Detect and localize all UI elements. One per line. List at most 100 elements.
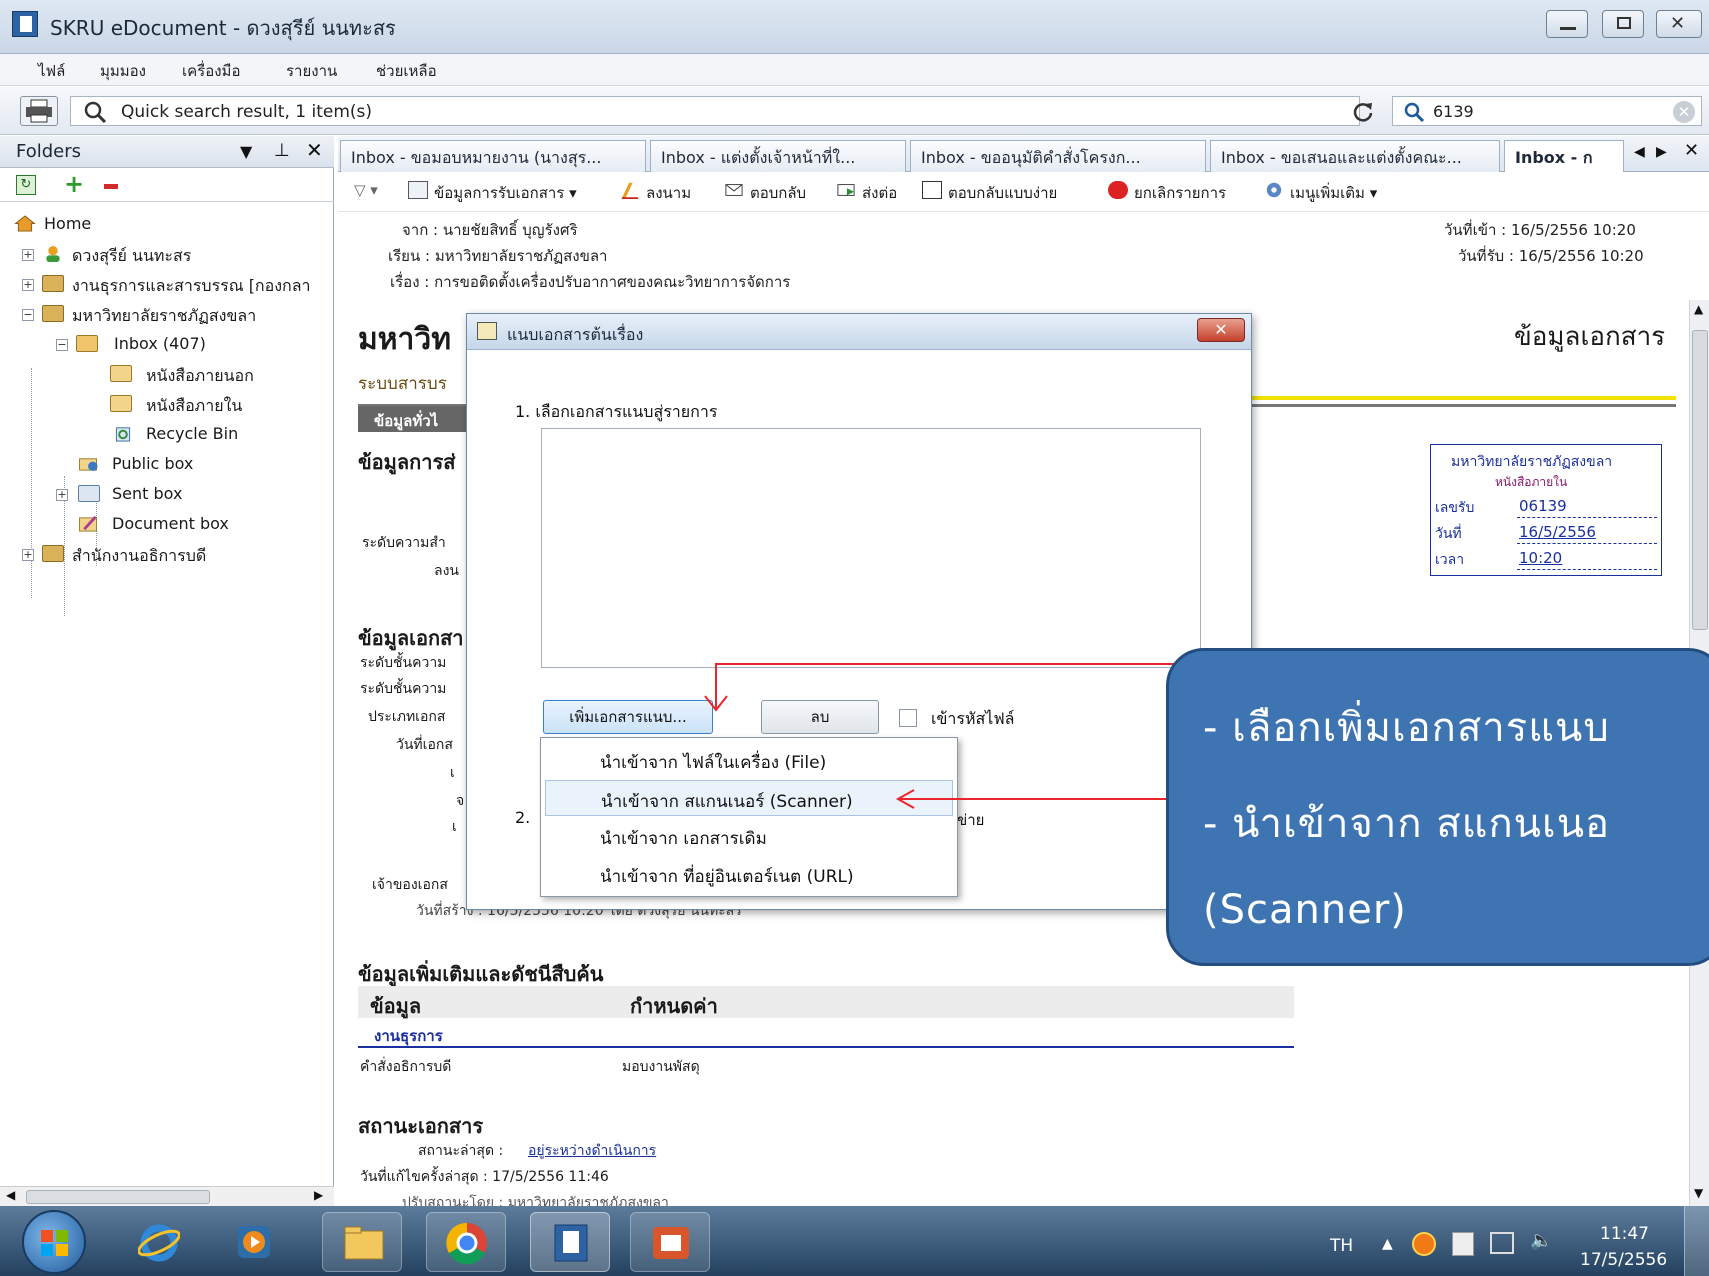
dropdown-icon[interactable]: ▼ — [240, 142, 252, 161]
tab-general-label: ข้อมูลทั่วไ — [374, 412, 439, 430]
dotted-line — [1517, 543, 1657, 544]
folder-stack-icon — [42, 305, 64, 322]
network-icon[interactable] — [1490, 1232, 1514, 1254]
cancel-button[interactable]: ยกเลิกรายการ — [1134, 181, 1226, 205]
taskbar-media-player[interactable] — [214, 1212, 294, 1272]
refresh-folders-icon[interactable]: ↻ — [16, 175, 36, 195]
app-tray-icon[interactable] — [1412, 1232, 1436, 1256]
recycle-bin-icon — [115, 427, 131, 442]
scroll-up-icon[interactable]: ▲ — [1694, 302, 1703, 316]
horizontal-scrollbar[interactable]: ◀ ▶ — [0, 1186, 334, 1206]
simple-reply-icon — [922, 181, 942, 199]
extra-info-header: ข้อมูล กำหนดค่า — [358, 986, 1294, 1018]
stamp-time-value: 10:20 — [1519, 549, 1563, 567]
menu-help[interactable]: ช่วยเหลือ — [376, 59, 437, 83]
taskbar-file-explorer[interactable] — [322, 1212, 402, 1272]
expand-icon[interactable]: + — [22, 279, 34, 291]
print-button[interactable] — [20, 96, 58, 126]
menu-file[interactable]: ไฟล์ — [38, 59, 65, 83]
menu-tools[interactable]: เครื่องมือ — [182, 59, 240, 83]
expand-icon[interactable]: + — [56, 489, 68, 501]
menu-view[interactable]: มุมมอง — [100, 59, 146, 83]
taskbar-edocument[interactable] — [530, 1212, 610, 1272]
document-tabs: Inbox - ขอมอบหมายงาน (นางสุร... Inbox - … — [338, 136, 1709, 173]
filter-icon[interactable]: ▽ ▾ — [354, 181, 378, 199]
menu-reports[interactable]: รายงาน — [286, 59, 337, 83]
add-attachment-button[interactable]: เพิ่มเอกสารแนบ... — [543, 700, 713, 734]
tree-label: Home — [44, 214, 92, 233]
simple-reply-button[interactable]: ตอบกลับแบบง่าย — [948, 181, 1057, 205]
scroll-down-icon[interactable]: ▼ — [1694, 1186, 1703, 1200]
volume-icon[interactable]: 🔈 — [1530, 1230, 1552, 1251]
urgency-label: ระดับความสำ — [362, 535, 446, 551]
quick-search-result-text: Quick search result, 1 item(s) — [121, 102, 372, 122]
chrome-icon — [446, 1222, 487, 1265]
scroll-thumb[interactable] — [26, 1190, 210, 1204]
close-tab-icon[interactable]: ✕ — [1684, 140, 1699, 161]
expand-icon[interactable]: + — [22, 549, 34, 561]
message-received-in: วันที่เข้า : 16/5/2556 10:20 — [1444, 221, 1636, 239]
tab-document-active[interactable]: Inbox - ก — [1504, 140, 1624, 173]
action-center-icon[interactable] — [1452, 1232, 1474, 1256]
forward-button[interactable]: ส่งต่อ — [862, 181, 897, 205]
arrow-to-add-button — [715, 663, 1175, 708]
expand-icon[interactable]: + — [22, 249, 34, 261]
latest-status-link[interactable]: อยู่ระหว่างดำเนินการ — [528, 1140, 656, 1162]
tab-scroll-right-icon[interactable]: ▶ — [1656, 144, 1667, 160]
status-title: สถานะเอกสาร — [358, 1114, 484, 1138]
more-menu-button[interactable]: เมนูเพิ่มเติม ▾ — [1290, 181, 1377, 205]
message-from: จาก : นายชัยสิทธิ์ บุญรังศริ — [402, 221, 578, 239]
folders-header: Folders ▼ ⊥ ✕ — [0, 136, 334, 168]
taskbar-presentation[interactable] — [630, 1212, 710, 1272]
tab-general-info[interactable]: ข้อมูลทั่วไ — [358, 406, 468, 432]
collapse-icon[interactable]: − — [56, 339, 68, 351]
callout-line-3: (Scanner) — [1203, 887, 1407, 933]
maximize-button[interactable] — [1602, 10, 1644, 38]
tab-document-3[interactable]: Inbox - ขออนุมัติคำสั่งโครงก... — [910, 140, 1206, 172]
close-window-button[interactable]: ✕ — [1656, 10, 1702, 38]
tab-document-4[interactable]: Inbox - ขอเสนอและแต่งตั้งคณะ... — [1210, 140, 1500, 172]
sign-button[interactable]: ลงนาม — [646, 181, 691, 205]
scroll-right-icon[interactable]: ▶ — [314, 1188, 323, 1202]
reply-button[interactable]: ตอบกลับ — [750, 181, 806, 205]
clear-search-icon[interactable]: ✕ — [1673, 101, 1695, 123]
edocument-icon — [554, 1224, 588, 1262]
show-desktop-button[interactable] — [1684, 1206, 1709, 1276]
taskbar-chrome[interactable] — [426, 1212, 506, 1272]
remove-folder-icon[interactable] — [104, 184, 118, 189]
scroll-left-icon[interactable]: ◀ — [6, 1188, 15, 1202]
clock-time[interactable]: 11:47 — [1600, 1224, 1649, 1244]
search-value: 6139 — [1433, 102, 1474, 121]
taskbar-internet-explorer[interactable] — [118, 1212, 198, 1272]
folders-title: Folders — [16, 141, 82, 162]
minimize-button[interactable] — [1546, 10, 1588, 38]
collapse-icon[interactable]: − — [22, 309, 34, 321]
close-pane-icon[interactable]: ✕ — [306, 138, 323, 162]
show-hidden-icons-icon[interactable]: ▲ — [1382, 1236, 1393, 1252]
menu-item-import-existing[interactable]: นำเข้าจาก เอกสารเดิม — [545, 818, 953, 854]
receive-info-button[interactable]: ข้อมูลการรับเอกสาร ▾ — [434, 181, 577, 205]
tab-scroll-left-icon[interactable]: ◀ — [1634, 144, 1645, 160]
clock-date[interactable]: 17/5/2556 — [1580, 1250, 1667, 1270]
step2-label: 2. — [515, 808, 531, 827]
pin-icon[interactable]: ⊥ — [274, 140, 290, 161]
instruction-callout: - เลือกเพิ่มเอกสารแนบ - นำเข้าจาก สแกนเน… — [1166, 648, 1709, 966]
tree-label: หนังสือภายใน — [146, 396, 243, 415]
add-folder-icon[interactable]: + — [64, 170, 84, 198]
doc-type-label: ประเภทเอกส — [368, 709, 446, 725]
tab-document-1[interactable]: Inbox - ขอมอบหมายงาน (นางสุร... — [340, 140, 646, 172]
dotted-line — [1517, 569, 1657, 570]
attachment-list[interactable] — [541, 428, 1201, 668]
search-input[interactable]: 6139 ✕ — [1392, 96, 1702, 126]
media-player-icon — [238, 1226, 270, 1258]
start-button[interactable] — [22, 1210, 86, 1274]
dialog-close-button[interactable]: ✕ — [1197, 318, 1245, 342]
menu-item-import-url[interactable]: นำเข้าจาก ที่อยู่อินเตอร์เนต (URL) — [545, 856, 953, 892]
scroll-thumb[interactable] — [1692, 330, 1708, 630]
quick-search-bar[interactable]: Quick search result, 1 item(s) — [70, 96, 1360, 126]
home-icon — [14, 215, 36, 232]
tab-document-2[interactable]: Inbox - แต่งตั้งเจ้าหน้าที่ใ... — [650, 140, 906, 172]
language-indicator[interactable]: TH — [1330, 1236, 1353, 1256]
more-menu-label: เมนูเพิ่มเติม — [1290, 184, 1365, 202]
refresh-icon[interactable] — [1352, 101, 1374, 123]
